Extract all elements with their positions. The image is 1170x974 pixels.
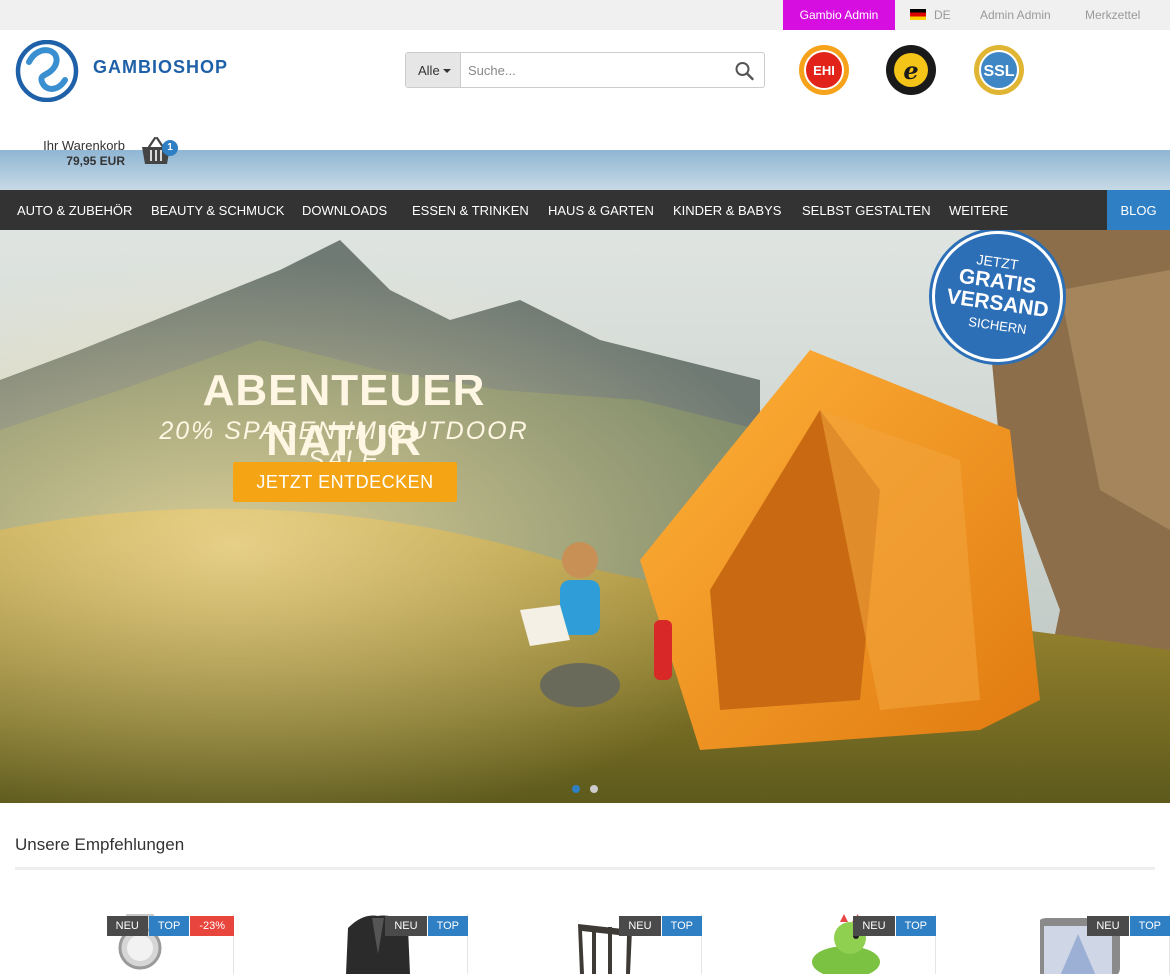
ribbon-neu: NEU — [853, 916, 895, 936]
ribbon-top: TOP — [895, 916, 936, 936]
hero-cta-button[interactable]: JETZT ENTDECKEN — [233, 462, 457, 502]
hero-slider[interactable]: ABENTEUER NATUR 20% SPAREN IM OUTDOOR SA… — [0, 230, 1170, 803]
product-card[interactable]: NEU TOP — [298, 914, 468, 974]
user-account-link[interactable]: Admin Admin — [980, 0, 1051, 31]
language-selector[interactable]: DE — [910, 0, 951, 30]
nav-item-selbst[interactable]: SELBST GESTALTEN — [802, 190, 931, 230]
product-ribbons: NEU TOP — [618, 916, 702, 936]
nav-item-haus[interactable]: HAUS & GARTEN — [548, 190, 654, 230]
product-ribbons: NEU TOP -23% — [106, 916, 234, 936]
search-category-dropdown[interactable]: Alle — [406, 53, 461, 87]
product-card[interactable]: NEU TOP — [532, 914, 702, 974]
product-ribbons: NEU TOP — [852, 916, 936, 936]
ribbon-top: TOP — [427, 916, 468, 936]
ssl-seal-text: SSL — [983, 63, 1014, 80]
product-card[interactable]: NEU TOP — [766, 914, 936, 974]
cart-widget[interactable]: Ihr Warenkorb 79,95 EUR 1 — [0, 136, 200, 172]
trusted-shops-seal-icon[interactable]: e — [885, 44, 937, 96]
product-ribbons: NEU TOP — [384, 916, 468, 936]
search-icon[interactable] — [734, 61, 756, 81]
german-flag-icon — [910, 9, 926, 20]
nav-item-essen[interactable]: ESSEN & TRINKEN — [412, 190, 529, 230]
search-input[interactable] — [468, 54, 718, 86]
ribbon-neu: NEU — [385, 916, 427, 936]
caret-down-icon — [442, 69, 451, 73]
ribbon-top: TOP — [661, 916, 702, 936]
nav-item-beauty[interactable]: BEAUTY & SCHMUCK — [151, 190, 284, 230]
ehi-seal-icon[interactable]: EHI — [798, 44, 850, 96]
gambio-admin-link[interactable]: Gambio Admin — [783, 0, 895, 30]
slider-dots — [572, 780, 608, 793]
ribbon-neu: NEU — [619, 916, 661, 936]
product-card[interactable]: NEU TOP — [1000, 914, 1170, 974]
wishlist-link[interactable]: Merkzettel — [1085, 0, 1140, 31]
search-category-label: Alle — [418, 63, 440, 78]
cart-label: Ihr Warenkorb — [43, 138, 125, 153]
ribbon-top: TOP — [148, 916, 190, 936]
ribbon-neu: NEU — [1087, 916, 1129, 936]
nav-item-weitere[interactable]: WEITERE — [949, 190, 1008, 230]
nav-item-kinder[interactable]: KINDER & BABYS — [673, 190, 781, 230]
free-shipping-badge[interactable]: JETZT GRATIS VERSAND SICHERN — [932, 231, 1063, 362]
ribbon-neu: NEU — [106, 916, 148, 936]
ehi-seal-text: EHI — [813, 63, 835, 78]
language-label: DE — [934, 8, 951, 22]
section-divider — [15, 867, 1155, 870]
gambio-logo-icon — [15, 40, 79, 102]
cart-total: 79,95 EUR — [66, 154, 125, 168]
logo-wordmark: GAMBIOSHOP — [93, 57, 229, 77]
slider-dot[interactable] — [590, 785, 598, 793]
nav-item-blog[interactable]: BLOG — [1107, 190, 1170, 230]
trusted-shops-seal-text: e — [903, 56, 918, 85]
search-bar: Alle — [405, 52, 765, 88]
slider-dot[interactable] — [572, 785, 580, 793]
ssl-seal-icon[interactable]: SSL — [973, 44, 1025, 96]
cart-count-badge: 1 — [162, 140, 178, 156]
shop-logo[interactable]: GAMBIOSHOP — [15, 40, 229, 102]
recommendations-title: Unsere Empfehlungen — [15, 835, 185, 854]
nav-item-auto[interactable]: AUTO & ZUBEHÖR — [17, 190, 132, 230]
ribbon-sale: -23% — [190, 916, 234, 936]
main-navigation: AUTO & ZUBEHÖR BEAUTY & SCHMUCK DOWNLOAD… — [0, 190, 1170, 230]
ribbon-top: TOP — [1129, 916, 1170, 936]
nav-item-downloads[interactable]: DOWNLOADS — [302, 190, 387, 230]
product-ribbons: NEU TOP — [1086, 916, 1170, 936]
product-card[interactable]: NEU TOP -23% — [64, 914, 234, 974]
top-bar: Gambio Admin DE Admin Admin Merkzettel — [0, 0, 1170, 30]
